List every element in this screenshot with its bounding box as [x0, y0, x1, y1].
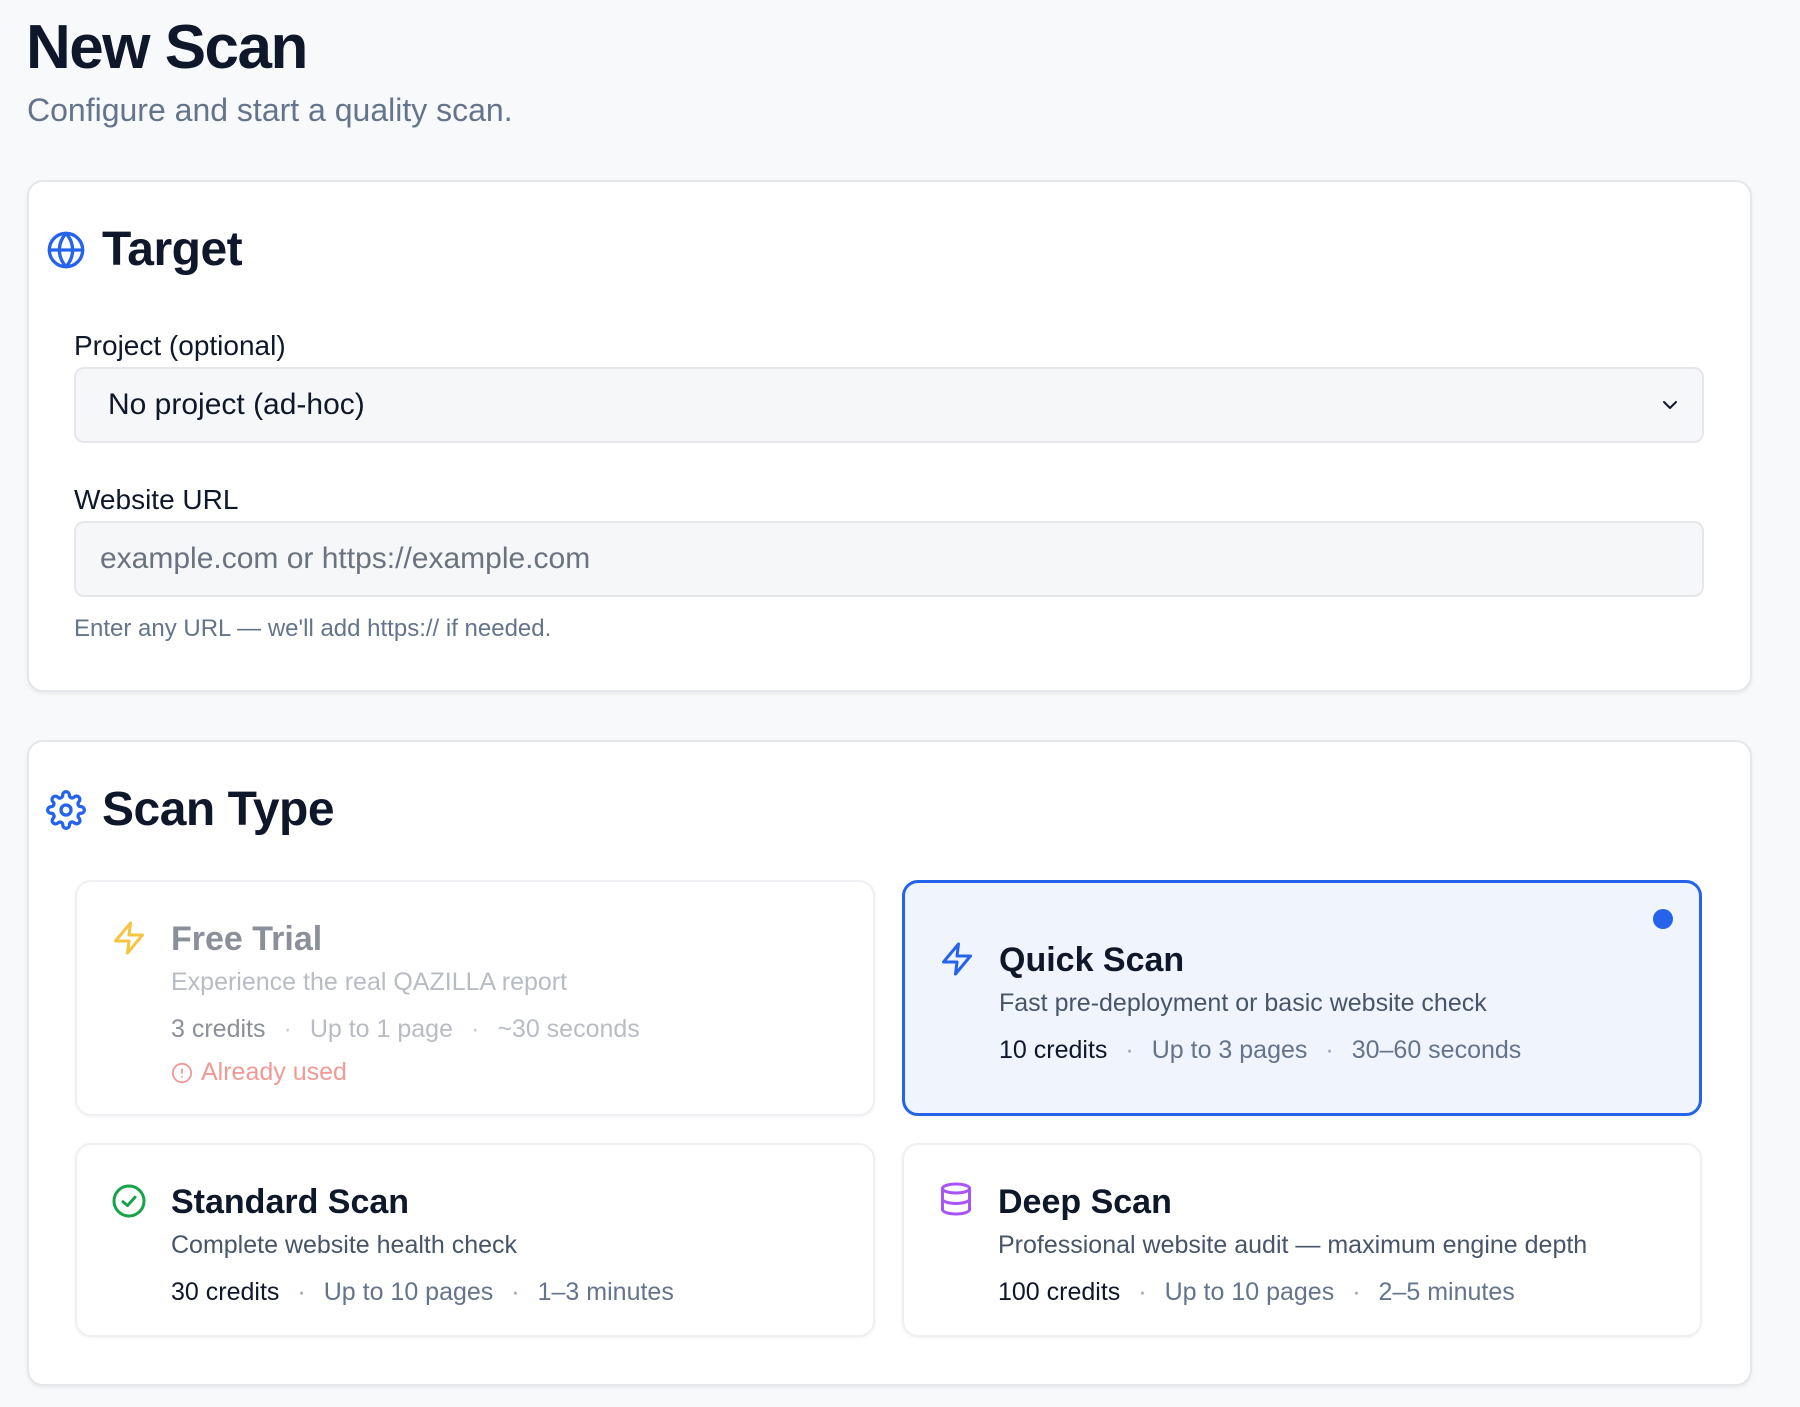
scan-option-meta: 10 credits · Up to 3 pages · 30–60 seconds — [999, 1036, 1521, 1065]
meta-separator: · — [297, 1278, 306, 1306]
scan-option-meta: 30 credits · Up to 10 pages · 1–3 minutes — [171, 1278, 674, 1307]
scan-option-description: Professional website audit — maximum eng… — [998, 1231, 1588, 1259]
scan-option-pages: Up to 10 pages — [323, 1278, 494, 1306]
scan-option-description: Experience the real QAZILLA report — [171, 968, 568, 996]
page-subtitle: Configure and start a quality scan. — [27, 92, 513, 128]
project-label: Project (optional) — [74, 330, 286, 361]
meta-separator: · — [470, 1015, 480, 1043]
scan-option-credits: 3 credits — [171, 1015, 266, 1043]
scan-option-name: Free Trial — [171, 920, 323, 958]
scan-option-duration: 2–5 minutes — [1378, 1278, 1515, 1306]
scan-option-description: Complete website health check — [171, 1231, 518, 1259]
scan-option-name: Quick Scan — [999, 941, 1185, 979]
scan-type-section-header: Scan Type — [46, 782, 335, 837]
scan-option-name: Deep Scan — [998, 1183, 1172, 1221]
gear-icon — [46, 789, 86, 830]
target-section-header: Target — [46, 222, 243, 277]
scan-option-credits: 30 credits — [171, 1278, 280, 1306]
page-title: New Scan — [26, 13, 308, 82]
scan-option-standard-scan[interactable]: Standard Scan Complete website health ch… — [75, 1143, 875, 1337]
meta-separator: · — [1352, 1278, 1361, 1306]
chevron-down-icon — [1663, 401, 1677, 409]
scan-option-meta: 3 credits · Up to 1 page · ~30 seconds — [171, 1015, 640, 1044]
zap-icon — [114, 921, 144, 955]
meta-separator: · — [1325, 1036, 1334, 1064]
new-scan-page: New Scan Configure and start a quality s… — [0, 0, 1800, 1407]
website-url-input[interactable] — [74, 521, 1704, 597]
scan-option-duration: 1–3 minutes — [537, 1278, 674, 1306]
check-circle-icon — [112, 1184, 146, 1218]
meta-separator: · — [1138, 1278, 1147, 1306]
scan-option-credits: 100 credits — [998, 1278, 1121, 1306]
project-select[interactable]: No project (ad-hoc) — [74, 367, 1704, 443]
database-icon — [941, 1182, 971, 1216]
meta-separator: · — [1125, 1036, 1134, 1064]
already-used-label: Already used — [201, 1058, 347, 1086]
zap-icon — [942, 942, 972, 976]
scan-option-name: Standard Scan — [171, 1183, 410, 1221]
selected-indicator — [1653, 909, 1673, 929]
scan-option-free-trial[interactable]: Free Trial Experience the real QAZILLA r… — [75, 880, 875, 1116]
website-url-label: Website URL — [74, 484, 239, 515]
scan-option-pages: Up to 1 page — [309, 1015, 453, 1043]
url-hint: Enter any URL — we'll add https:// if ne… — [74, 615, 552, 642]
scan-option-pages: Up to 3 pages — [1151, 1036, 1308, 1064]
alert-circle-icon — [171, 1062, 193, 1083]
meta-separator: · — [511, 1278, 520, 1306]
scan-type-section-title: Scan Type — [102, 783, 335, 836]
scan-option-meta: 100 credits · Up to 10 pages · 2–5 minutes — [998, 1278, 1515, 1307]
scan-option-duration: ~30 seconds — [497, 1015, 640, 1043]
scan-option-deep-scan[interactable]: Deep Scan Professional website audit — m… — [902, 1143, 1702, 1337]
scan-option-duration: 30–60 seconds — [1351, 1036, 1522, 1064]
scan-option-status: Already used — [171, 1058, 347, 1087]
meta-separator: · — [283, 1015, 292, 1043]
scan-option-description: Fast pre-deployment or basic website che… — [999, 989, 1487, 1017]
scan-option-credits: 10 credits — [999, 1036, 1108, 1064]
scan-option-quick-scan[interactable]: Quick Scan Fast pre-deployment or basic … — [902, 880, 1702, 1116]
globe-icon — [46, 230, 86, 270]
target-section-title: Target — [102, 223, 243, 276]
scan-option-pages: Up to 10 pages — [1164, 1278, 1335, 1306]
project-select-value: No project (ad-hoc) — [108, 388, 365, 421]
